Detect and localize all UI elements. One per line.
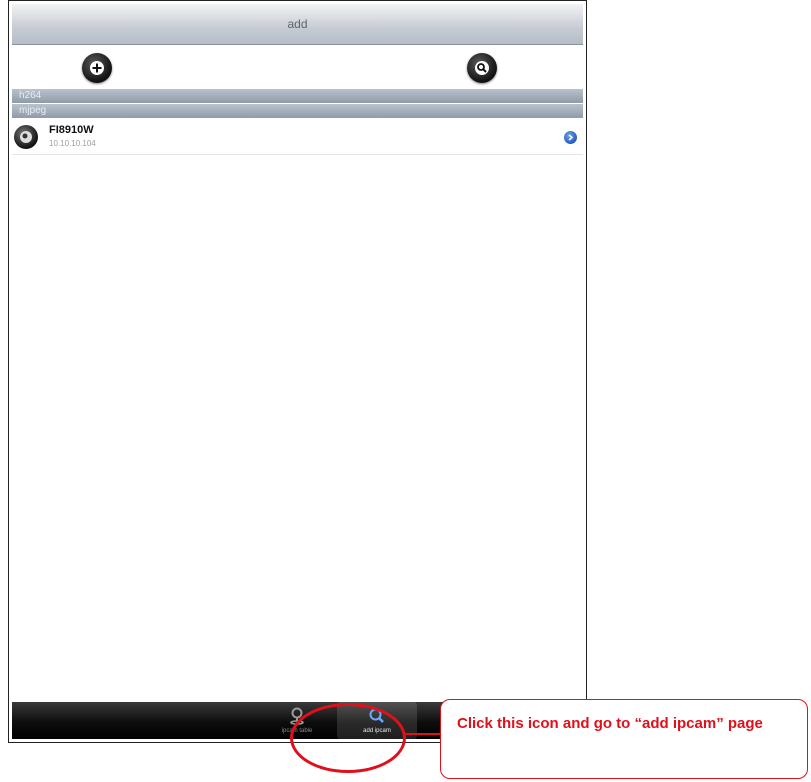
section-header-mjpeg: mjpeg [12, 104, 583, 118]
navigation-bar: add [12, 4, 583, 45]
search-circle-icon [475, 61, 489, 75]
nav-title: add [287, 17, 308, 31]
disclosure-icon[interactable] [564, 131, 577, 144]
toolbar [9, 45, 586, 87]
camera-icon [14, 125, 38, 149]
section-header-h264: h264 [12, 89, 583, 103]
camera-name: FI8910W [49, 124, 94, 136]
ipad-screen: add h264 mjpeg FI8910W 10.10.10.104 ipca… [8, 0, 587, 743]
add-camera-button[interactable] [82, 53, 112, 83]
callout-pointer [404, 733, 440, 735]
highlight-circle [290, 703, 406, 773]
camera-ip: 10.10.10.104 [49, 139, 96, 148]
camera-list-item[interactable]: FI8910W 10.10.10.104 [12, 120, 583, 155]
search-camera-button[interactable] [467, 53, 497, 83]
plus-circle-icon [90, 61, 104, 75]
instruction-callout: Click this icon and go to “add ipcam” pa… [440, 699, 808, 779]
